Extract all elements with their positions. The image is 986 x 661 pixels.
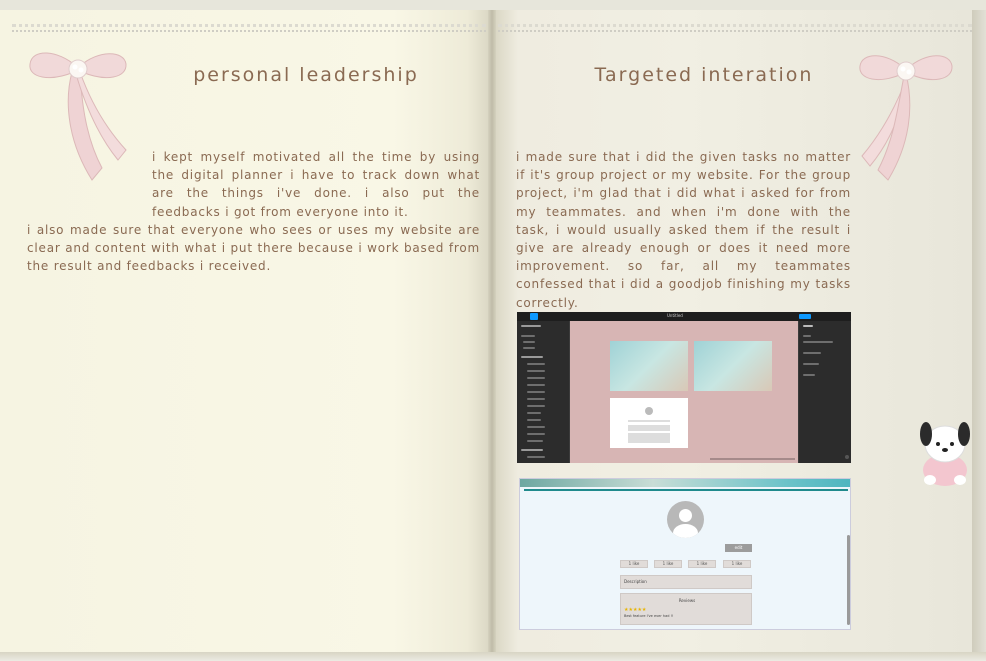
description-box: Description [620,575,752,589]
puppy-plush-icon [920,422,970,486]
figma-share-button [799,314,811,319]
figma-toolbar: Untitled [517,312,851,321]
right-page-title: Targeted interation [594,64,814,86]
like-badge: 1 like [654,560,682,568]
left-paragraph-2: i also made sure that everyone who sees … [27,223,480,274]
figma-file-name: Untitled [667,313,683,318]
edit-button: edit [725,544,752,552]
review-title: Reviews [678,598,696,603]
book-spine [488,10,496,655]
left-page-title: personal leadership [193,64,419,86]
move-tool-icon [530,313,538,320]
figma-layers-panel [517,321,570,463]
like-badge: 1 like [723,560,751,568]
open-book: personal leadership i kept myself motiva… [0,0,986,661]
frame-desktop-3 [610,398,688,448]
frame-desktop-1 [610,341,688,391]
right-paragraph: i made sure that i did the given tasks n… [516,150,851,310]
review-text: Best feature I've ever had !! [624,614,674,618]
avatar-icon [667,501,704,538]
page-bottom-edge [0,652,986,661]
like-badge: 1 like [688,560,716,568]
page-edge [972,10,986,655]
figma-canvas [570,321,798,463]
site-banner [520,479,850,487]
website-screenshot: edit 1 like 1 like 1 like 1 like Descrip… [519,478,851,630]
lace-trim-right [498,24,972,32]
bow-icon [29,52,127,181]
star-rating: ★★★★★ [624,607,647,613]
like-badge: 1 like [620,560,648,568]
figma-screenshot: Untitled [517,312,851,463]
figma-design-panel [798,321,851,463]
frame-desktop-2 [694,341,772,391]
lace-trim-left [12,24,486,32]
review-box: Reviews ★★★★★ Best feature I've ever had… [620,593,752,625]
site-header-bar [524,489,848,491]
left-paragraph-1: i kept myself motivated all the time by … [152,150,480,219]
bow-icon [859,55,953,181]
scrollbar [847,535,850,625]
